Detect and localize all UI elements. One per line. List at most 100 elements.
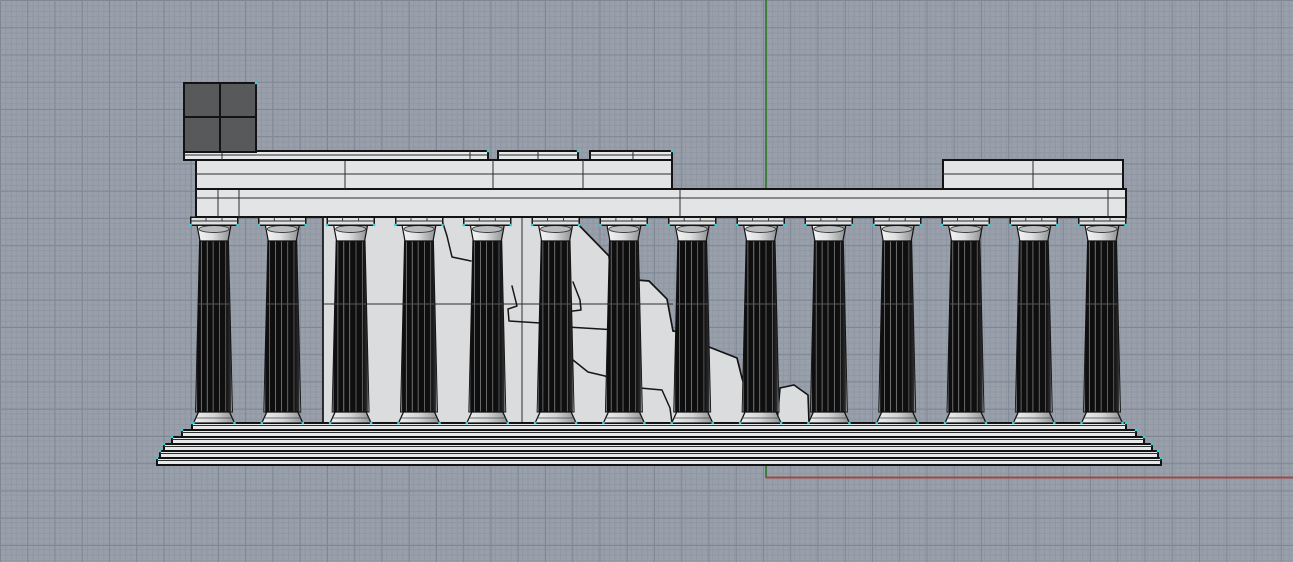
step[interactable] bbox=[171, 436, 1145, 445]
column-shaft[interactable] bbox=[809, 240, 848, 413]
grip-point bbox=[155, 456, 159, 460]
cad-viewport-grid[interactable] bbox=[0, 0, 1293, 562]
grip-point bbox=[192, 421, 195, 425]
grip-point bbox=[599, 223, 602, 227]
echinus-annulet bbox=[608, 225, 640, 233]
echinus-annulet bbox=[950, 225, 981, 233]
doric-column[interactable] bbox=[940, 216, 991, 425]
column-shaft[interactable] bbox=[946, 240, 985, 413]
step[interactable] bbox=[159, 450, 1159, 459]
doric-column[interactable] bbox=[189, 216, 239, 425]
roof-cube[interactable] bbox=[182, 81, 258, 154]
step[interactable] bbox=[156, 457, 1162, 466]
column-base bbox=[602, 411, 646, 424]
doric-column[interactable] bbox=[1009, 216, 1059, 425]
grip-point bbox=[804, 223, 807, 227]
grip-point bbox=[1056, 223, 1059, 227]
temple-elevation-model[interactable] bbox=[0, 0, 1293, 562]
crepidoma-steps[interactable] bbox=[155, 421, 1163, 466]
column-base bbox=[739, 411, 783, 424]
column-shaft[interactable] bbox=[195, 240, 233, 413]
grip-point bbox=[1159, 456, 1163, 460]
doric-column[interactable] bbox=[872, 216, 922, 425]
grip-point bbox=[735, 223, 739, 227]
grip-point bbox=[1124, 421, 1128, 425]
column-shaft[interactable] bbox=[1014, 240, 1053, 413]
grip-point bbox=[1150, 442, 1154, 446]
column-shaft[interactable] bbox=[673, 240, 712, 413]
column-base bbox=[465, 411, 509, 424]
grip-point bbox=[438, 421, 441, 425]
doric-column[interactable] bbox=[667, 216, 717, 425]
column-shaft[interactable] bbox=[263, 240, 302, 413]
column-shaft[interactable] bbox=[741, 240, 780, 413]
step[interactable] bbox=[181, 429, 1137, 438]
column-base bbox=[397, 411, 441, 424]
column-base bbox=[192, 411, 236, 424]
grip-point bbox=[940, 223, 944, 227]
grip-point bbox=[577, 223, 581, 227]
grip-point bbox=[162, 442, 166, 446]
grip-point bbox=[1077, 223, 1080, 227]
echinus-annulet bbox=[745, 225, 777, 233]
grip-point bbox=[397, 421, 400, 425]
grip-point bbox=[301, 421, 304, 425]
grip-point bbox=[872, 223, 875, 227]
echinus-annulet bbox=[266, 225, 298, 233]
grip-point bbox=[462, 223, 465, 227]
architrave-beam[interactable] bbox=[195, 188, 1127, 218]
column-base bbox=[534, 411, 578, 424]
echinus-annulet bbox=[813, 225, 845, 233]
grip-point bbox=[372, 223, 376, 227]
grip-point bbox=[714, 223, 717, 227]
grip-point bbox=[667, 223, 670, 227]
echinus-annulet bbox=[403, 225, 435, 233]
grip-point bbox=[465, 421, 468, 425]
doric-column[interactable] bbox=[735, 216, 786, 425]
column-shaft[interactable] bbox=[331, 240, 370, 413]
grip-point bbox=[1053, 421, 1056, 425]
grip-point bbox=[189, 223, 192, 227]
grip-point bbox=[670, 149, 674, 153]
grip-point bbox=[1080, 421, 1083, 425]
column-shaft[interactable] bbox=[1083, 240, 1121, 413]
step[interactable] bbox=[163, 443, 1153, 452]
grip-point bbox=[260, 421, 263, 425]
grip-point bbox=[576, 149, 580, 153]
grip-point bbox=[486, 149, 490, 153]
grip-point bbox=[1012, 421, 1015, 425]
echinus-annulet bbox=[471, 225, 503, 233]
echinus-annulet bbox=[1086, 225, 1118, 233]
echinus-annulet bbox=[540, 225, 572, 233]
wall-fragment[interactable] bbox=[776, 384, 810, 424]
grip-point bbox=[807, 421, 810, 425]
grip-point bbox=[602, 421, 605, 425]
grip-point bbox=[530, 223, 534, 227]
grip-point bbox=[506, 421, 509, 425]
grip-point bbox=[711, 421, 714, 425]
entablature[interactable] bbox=[183, 149, 1127, 218]
echinus-annulet bbox=[676, 225, 708, 233]
grip-point bbox=[984, 421, 988, 425]
grip-point bbox=[1142, 435, 1146, 439]
grip-point bbox=[643, 421, 646, 425]
grip-point bbox=[916, 421, 919, 425]
column-shaft[interactable] bbox=[878, 240, 917, 413]
column-base bbox=[1012, 411, 1056, 424]
column-base bbox=[329, 411, 373, 424]
grip-point bbox=[574, 421, 578, 425]
grip-point bbox=[325, 223, 329, 227]
grip-point bbox=[1009, 223, 1012, 227]
column-base bbox=[670, 411, 714, 424]
grip-point bbox=[257, 223, 260, 227]
doric-column[interactable] bbox=[1077, 216, 1127, 425]
column-shaft[interactable] bbox=[536, 240, 575, 413]
grip-point bbox=[509, 223, 512, 227]
grip-point bbox=[919, 223, 922, 227]
doric-column[interactable] bbox=[804, 216, 854, 425]
grip-point bbox=[180, 428, 184, 432]
doric-column[interactable] bbox=[257, 216, 307, 425]
column-shaft[interactable] bbox=[400, 240, 438, 413]
column-shaft[interactable] bbox=[604, 240, 643, 413]
column-shaft[interactable] bbox=[468, 240, 507, 413]
